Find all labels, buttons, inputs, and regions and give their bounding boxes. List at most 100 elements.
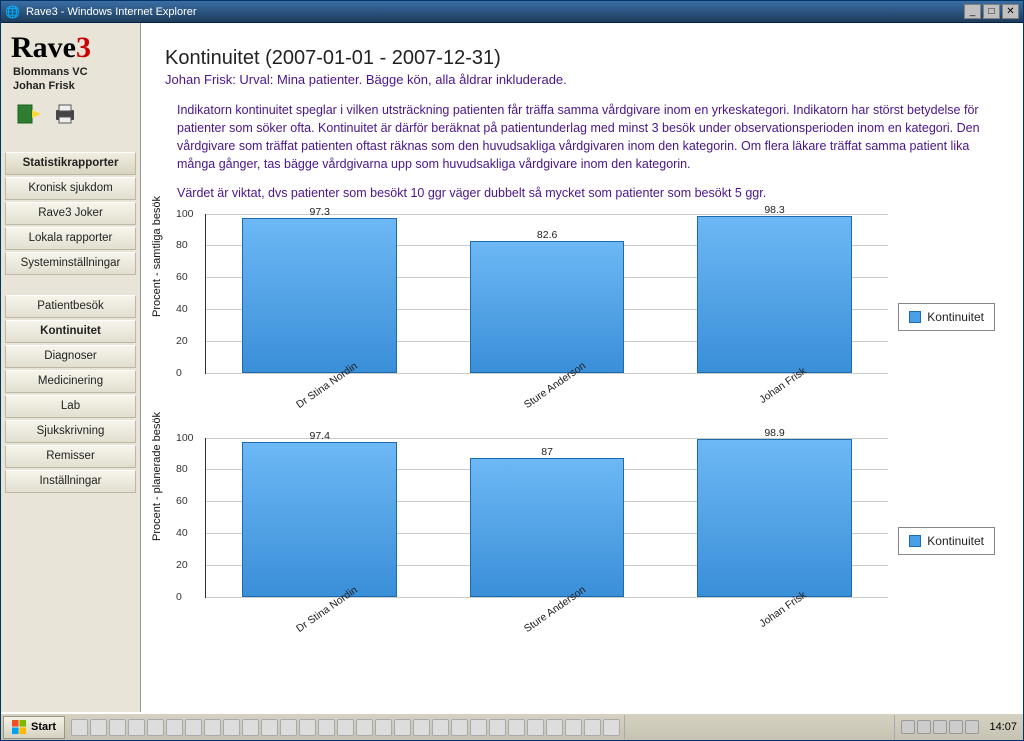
legend: Kontinuitet — [898, 527, 995, 555]
chart-plot-area: 02040608010097.48798.9 — [205, 438, 888, 598]
bar-value-label: 97.3 — [309, 206, 329, 218]
quick-launch-item[interactable] — [432, 719, 449, 736]
quick-launch-item[interactable] — [299, 719, 316, 736]
chart: Procent - planerade besök02040608010097.… — [165, 438, 888, 644]
quick-launch-item[interactable] — [185, 719, 202, 736]
window-title: Rave3 - Windows Internet Explorer — [26, 6, 197, 18]
bar-value-label: 98.3 — [764, 204, 784, 216]
nav-patientbesok[interactable]: Patientbesök — [5, 295, 136, 318]
nav-medicinering[interactable]: Medicinering — [5, 370, 136, 393]
minimize-button[interactable]: _ — [964, 4, 981, 19]
nav-kontinuitet[interactable]: Kontinuitet — [5, 320, 136, 343]
quick-launch-item[interactable] — [584, 719, 601, 736]
app-window: 🌐 Rave3 - Windows Internet Explorer _ □ … — [0, 0, 1024, 741]
sidebar: Rave3 Blommans VC Johan Frisk Statistikr… — [1, 23, 141, 712]
quick-launch-item[interactable] — [546, 719, 563, 736]
bar-value-label: 97.4 — [309, 430, 329, 442]
y-tick-label: 80 — [176, 239, 188, 251]
bar-value-label: 87 — [541, 446, 553, 458]
chart: Procent - samtliga besök02040608010097.3… — [165, 214, 888, 420]
page-description: Indikatorn kontinuitet speglar i vilken … — [177, 101, 995, 202]
tray-icon[interactable] — [949, 720, 963, 734]
quick-launch-item[interactable] — [489, 719, 506, 736]
ie-icon: 🌐 — [5, 5, 20, 19]
tray-icon[interactable] — [917, 720, 931, 734]
clock: 14:07 — [989, 721, 1017, 733]
y-tick-label: 20 — [176, 559, 188, 571]
y-tick-label: 60 — [176, 271, 188, 283]
legend-label: Kontinuitet — [927, 310, 984, 324]
quick-launch-item[interactable] — [223, 719, 240, 736]
nav-sjukskrivning[interactable]: Sjukskrivning — [5, 420, 136, 443]
nav-group-1: Statistikrapporter Kronisk sjukdom Rave3… — [5, 152, 136, 277]
quick-launch-item[interactable] — [90, 719, 107, 736]
quick-launch-item[interactable] — [565, 719, 582, 736]
nav-systeminstallningar[interactable]: Systeminställningar — [5, 252, 136, 275]
quick-launch-item[interactable] — [166, 719, 183, 736]
quick-launch-item[interactable] — [128, 719, 145, 736]
nav-diagnoser[interactable]: Diagnoser — [5, 345, 136, 368]
quick-launch-item[interactable] — [508, 719, 525, 736]
quick-launch-item[interactable] — [71, 719, 88, 736]
quick-launch-item[interactable] — [527, 719, 544, 736]
bar-value-label: 98.9 — [764, 427, 784, 439]
page-title: Kontinuitet (2007-01-01 - 2007-12-31) — [165, 47, 995, 70]
exit-icon[interactable] — [17, 104, 41, 124]
quick-launch — [67, 715, 625, 739]
nav-lokala-rapporter[interactable]: Lokala rapporter — [5, 227, 136, 250]
taskbar: Start — [1, 712, 1023, 740]
y-tick-label: 100 — [176, 432, 194, 444]
quick-launch-item[interactable] — [470, 719, 487, 736]
tray-icon[interactable] — [965, 720, 979, 734]
nav-installningar[interactable]: Inställningar — [5, 470, 136, 493]
chart-plot-area: 02040608010097.382.698.3 — [205, 214, 888, 374]
start-button[interactable]: Start — [3, 716, 65, 739]
quick-launch-item[interactable] — [204, 719, 221, 736]
quick-launch-item[interactable] — [147, 719, 164, 736]
nav-rave3-joker[interactable]: Rave3 Joker — [5, 202, 136, 225]
quick-launch-item[interactable] — [356, 719, 373, 736]
close-button[interactable]: ✕ — [1002, 4, 1019, 19]
print-icon[interactable] — [53, 104, 77, 124]
y-tick-label: 0 — [176, 591, 182, 603]
main-content: Kontinuitet (2007-01-01 - 2007-12-31) Jo… — [141, 23, 1023, 712]
quick-launch-item[interactable] — [109, 719, 126, 736]
quick-launch-item[interactable] — [375, 719, 392, 736]
y-tick-label: 80 — [176, 463, 188, 475]
y-tick-label: 60 — [176, 495, 188, 507]
nav-header-statistik: Statistikrapporter — [5, 152, 136, 175]
quick-launch-item[interactable] — [413, 719, 430, 736]
user-name: Johan Frisk — [5, 79, 136, 93]
logo: Rave3 — [5, 31, 136, 65]
quick-launch-item[interactable] — [318, 719, 335, 736]
page-subtitle: Johan Frisk: Urval: Mina patienter. Bägg… — [165, 72, 995, 87]
nav-lab[interactable]: Lab — [5, 395, 136, 418]
quick-launch-item[interactable] — [242, 719, 259, 736]
quick-launch-item[interactable] — [280, 719, 297, 736]
y-tick-label: 40 — [176, 527, 188, 539]
nav-remisser[interactable]: Remisser — [5, 445, 136, 468]
quick-launch-item[interactable] — [394, 719, 411, 736]
chart-row: Procent - samtliga besök02040608010097.3… — [165, 214, 995, 420]
titlebar: 🌐 Rave3 - Windows Internet Explorer _ □ … — [1, 1, 1023, 23]
system-tray: 14:07 — [894, 715, 1023, 739]
y-tick-label: 100 — [176, 208, 194, 220]
quick-launch-item[interactable] — [337, 719, 354, 736]
quick-launch-item[interactable] — [261, 719, 278, 736]
windows-icon — [12, 720, 27, 735]
nav-kronisk-sjukdom[interactable]: Kronisk sjukdom — [5, 177, 136, 200]
tray-icon[interactable] — [933, 720, 947, 734]
bar-value-label: 82.6 — [537, 229, 557, 241]
maximize-button[interactable]: □ — [983, 4, 1000, 19]
quick-launch-item[interactable] — [451, 719, 468, 736]
y-tick-label: 0 — [176, 367, 182, 379]
quick-launch-item[interactable] — [603, 719, 620, 736]
nav-group-2: Patientbesök Kontinuitet Diagnoser Medic… — [5, 295, 136, 495]
chart-row: Procent - planerade besök02040608010097.… — [165, 438, 995, 644]
legend-swatch — [909, 311, 921, 323]
legend-label: Kontinuitet — [927, 534, 984, 548]
legend-swatch — [909, 535, 921, 547]
tray-icon[interactable] — [901, 720, 915, 734]
y-axis-title: Procent - planerade besök — [151, 412, 163, 541]
legend: Kontinuitet — [898, 303, 995, 331]
